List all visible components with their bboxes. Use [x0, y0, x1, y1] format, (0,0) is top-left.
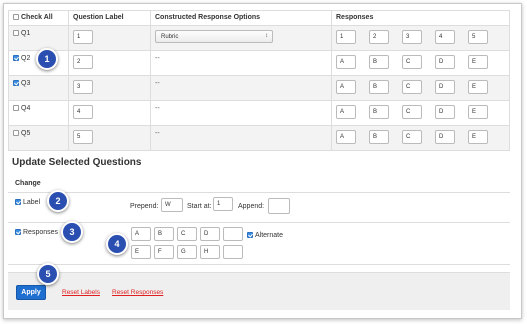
cr-options-value: --	[155, 105, 160, 112]
question-label-cell: 2	[68, 50, 151, 76]
question-checkbox[interactable]	[13, 55, 19, 61]
question-label-cell: 3	[68, 75, 151, 101]
question-name: Q3	[21, 80, 31, 87]
response-input[interactable]: E	[468, 55, 488, 69]
response-input[interactable]: A	[336, 80, 356, 94]
responses-cell: ABCDE	[331, 100, 510, 126]
response-input[interactable]: D	[435, 105, 455, 119]
callout-1: 1	[36, 48, 58, 70]
check-all-checkbox[interactable]	[13, 14, 19, 20]
cr-options-cell: --	[150, 100, 332, 126]
response-input[interactable]: E	[468, 80, 488, 94]
question-label-input[interactable]: 5	[73, 130, 93, 144]
responses-header: Responses	[331, 10, 510, 26]
callout-3: 3	[61, 221, 83, 243]
response-input[interactable]: 1	[336, 30, 356, 44]
response-input[interactable]: B	[369, 55, 389, 69]
question-name: Q2	[21, 55, 31, 62]
append-input[interactable]	[268, 198, 290, 214]
responses-cell: ABCDE	[331, 50, 510, 76]
label-option[interactable]: Label	[15, 199, 40, 206]
table-row: Q4 4 -- A B C D E	[8, 100, 510, 126]
question-label-cell: 1	[68, 25, 151, 51]
responses-option-row	[8, 223, 510, 265]
cr-options-value: --	[155, 55, 160, 62]
table-row: Q5 5 -- A B C D E	[8, 125, 510, 151]
question-name: Q1	[21, 30, 31, 37]
response-input[interactable]: B	[369, 80, 389, 94]
cr-options-cell: --	[150, 125, 332, 151]
response-input[interactable]: C	[402, 130, 422, 144]
response-input[interactable]: C	[402, 55, 422, 69]
question-label-input[interactable]: 2	[73, 55, 93, 69]
response-input[interactable]: A	[336, 105, 356, 119]
response-input[interactable]: 4	[435, 30, 455, 44]
questions-table: Check All Question Label Constructed Res…	[8, 10, 510, 151]
responses-cell: ABCDE	[331, 75, 510, 101]
question-select-cell[interactable]: Q4	[8, 100, 69, 126]
cr-options-cell: --	[150, 50, 332, 76]
response-input[interactable]: B	[369, 130, 389, 144]
question-checkbox[interactable]	[13, 130, 19, 136]
callout-4: 4	[106, 233, 128, 255]
response-input[interactable]: D	[435, 80, 455, 94]
response-input[interactable]: 5	[468, 30, 488, 44]
question-checkbox[interactable]	[13, 30, 19, 36]
question-select-cell[interactable]: Q5	[8, 125, 69, 151]
table-header-row: Check All Question Label Constructed Res…	[8, 10, 510, 26]
question-label-cell: 5	[68, 125, 151, 151]
label-option-checkbox[interactable]	[15, 199, 21, 205]
cr-options-cell: Rubric ↕	[150, 25, 332, 51]
response-input[interactable]: 3	[402, 30, 422, 44]
cr-options-select[interactable]: Rubric ↕	[155, 30, 273, 43]
response-input[interactable]: D	[435, 55, 455, 69]
question-select-cell[interactable]: Q1	[8, 25, 69, 51]
response-input[interactable]: C	[402, 80, 422, 94]
response-input[interactable]: A	[336, 130, 356, 144]
prepend-input[interactable]: W	[161, 198, 183, 212]
response-input[interactable]: C	[402, 105, 422, 119]
cr-options-header: Constructed Response Options	[150, 10, 332, 26]
question-label-input[interactable]: 4	[73, 105, 93, 119]
callout-2: 2	[47, 190, 69, 212]
append-label: Append:	[238, 203, 265, 210]
apply-button[interactable]: Apply	[16, 285, 46, 300]
reset-labels-link[interactable]: Reset Labels	[62, 289, 100, 296]
change-label: Change	[15, 180, 41, 187]
start-at-label: Start at:	[187, 203, 212, 210]
cr-options-value: --	[155, 130, 160, 137]
table-row: Q1 1 Rubric ↕ 1 2 3 4 5	[8, 25, 510, 51]
question-name: Q5	[21, 130, 31, 137]
question-label-header: Question Label	[68, 10, 151, 26]
cr-options-cell: --	[150, 75, 332, 101]
check-all-header[interactable]: Check All	[8, 10, 69, 26]
question-label-input[interactable]: 3	[73, 80, 93, 94]
response-input[interactable]: A	[336, 55, 356, 69]
table-row: Q2 2 -- A B C D E	[8, 50, 510, 76]
cr-options-value: --	[155, 80, 160, 87]
question-checkbox[interactable]	[13, 105, 19, 111]
question-label-cell: 4	[68, 100, 151, 126]
callout-5: 5	[37, 263, 59, 285]
prepend-label: Prepend:	[130, 203, 159, 210]
response-input[interactable]: E	[468, 105, 488, 119]
table-row: Q3 3 -- A B C D E	[8, 75, 510, 101]
start-at-input[interactable]: 1	[213, 197, 233, 211]
question-name: Q4	[21, 105, 31, 112]
select-arrows-icon: ↕	[265, 33, 268, 39]
response-input[interactable]: D	[435, 130, 455, 144]
responses-cell: 12345	[331, 25, 510, 51]
question-select-cell[interactable]: Q3	[8, 75, 69, 101]
reset-responses-link[interactable]: Reset Responses	[112, 289, 163, 296]
update-section-title: Update Selected Questions	[12, 157, 142, 168]
response-input[interactable]: 2	[369, 30, 389, 44]
question-label-input[interactable]: 1	[73, 30, 93, 44]
response-input[interactable]: B	[369, 105, 389, 119]
question-checkbox[interactable]	[13, 80, 19, 86]
responses-cell: ABCDE	[331, 125, 510, 151]
response-input[interactable]: E	[468, 130, 488, 144]
change-header-row	[8, 173, 510, 193]
